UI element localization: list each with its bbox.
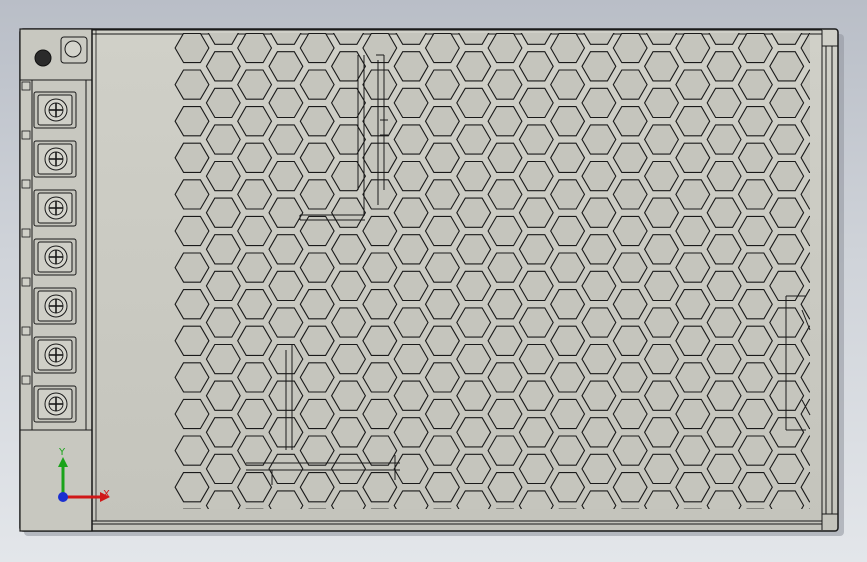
- vent-hole: [300, 0, 334, 26]
- vent-hole: [551, 0, 585, 26]
- led-indicator-icon: [34, 49, 52, 67]
- vent-hole: [739, 0, 773, 26]
- y-axis-label: Y: [58, 447, 66, 458]
- vent-hole: [488, 0, 522, 26]
- vent-hole: [363, 0, 397, 26]
- vent-hole: [238, 0, 272, 26]
- vent-hole: [676, 0, 710, 26]
- vent-hole: [426, 0, 460, 26]
- cad-viewport[interactable]: X Y: [0, 0, 867, 562]
- adjust-pot-icon: [64, 40, 82, 58]
- z-axis-dot-icon: [58, 492, 68, 502]
- x-axis-label: X: [103, 489, 110, 500]
- vent-hole: [801, 0, 835, 26]
- vent-hole: [613, 0, 647, 26]
- power-supply-model[interactable]: X Y: [0, 0, 867, 562]
- vent-hole: [175, 0, 209, 26]
